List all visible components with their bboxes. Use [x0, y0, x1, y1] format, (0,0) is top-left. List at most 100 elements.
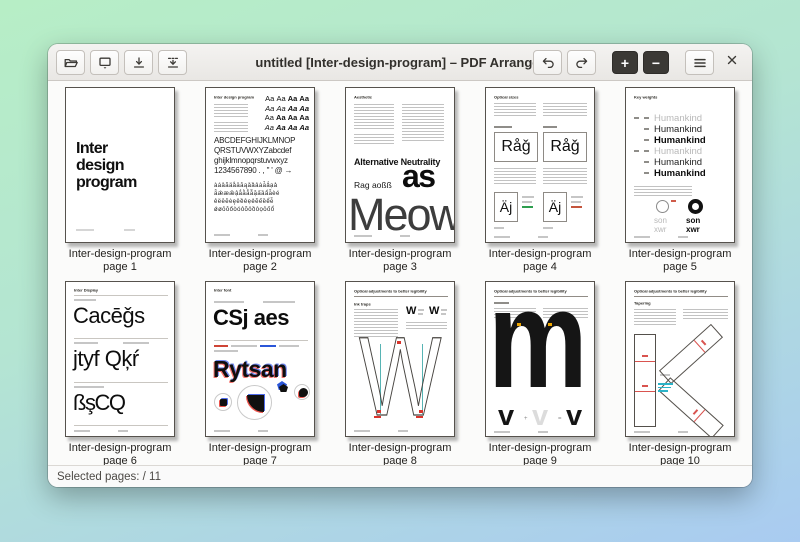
text-placeholder [279, 345, 299, 347]
text-placeholder [354, 235, 372, 237]
cover-title-line: Inter [76, 140, 108, 157]
menu-button[interactable] [685, 50, 714, 75]
page-thumbnail-10[interactable]: Optical adjustments to better legibility… [625, 281, 735, 437]
import-button[interactable] [124, 50, 153, 75]
save-button[interactable] [90, 50, 119, 75]
detail-circle [214, 393, 232, 411]
text-placeholder [522, 201, 532, 203]
text-placeholder [263, 301, 295, 303]
export-button[interactable] [158, 50, 187, 75]
plus-sign: + [524, 416, 528, 422]
page-cell-8: Optical adjustments to better legibility… [330, 281, 470, 465]
page-caption: Inter-design-program page 9 [488, 442, 592, 465]
text-placeholder [571, 196, 583, 198]
text-placeholder [214, 104, 248, 118]
text-placeholder [258, 430, 268, 432]
page-caption: Inter-design-program page 4 [488, 248, 592, 273]
redo-button[interactable] [567, 50, 596, 75]
page-thumbnail-7[interactable]: Inter font CSj aes Rytsan [205, 281, 315, 437]
text-placeholder [441, 313, 446, 315]
text-placeholder [354, 430, 370, 432]
page-subhead: Ink traps [354, 302, 371, 307]
k-stem-outline [634, 334, 656, 427]
page-thumbnail-3[interactable]: Aesthetic Alternative Neutrality Rag aoß… [345, 87, 455, 243]
text-placeholder [400, 235, 410, 237]
folder-open-icon [63, 55, 79, 71]
specimen-huge: Meow [348, 189, 455, 240]
specimen-line: jtyf Qķŕ [73, 346, 139, 371]
page-heading: Optical adjustments to better legibility [634, 289, 707, 294]
page-heading: Aesthetic [354, 95, 373, 100]
page-caption: Inter-design-program page 2 [208, 248, 312, 273]
headerbar: untitled [Inter-design-program] – PDF Ar… [48, 44, 752, 81]
weight-list: Humankind Humankind Humankind Humankind … [626, 113, 734, 179]
open-button[interactable] [56, 50, 85, 75]
page-caption: Inter-design-program page 6 [68, 442, 172, 465]
export-icon [165, 55, 181, 71]
page-thumbnail-8[interactable]: Optical adjustments to better legibility… [345, 281, 455, 437]
page-heading: Optical adjustments to better legibility [354, 289, 427, 294]
page-thumbnail-5[interactable]: Key weights Humankind Humankind Humankin… [625, 87, 735, 243]
text-placeholder [441, 309, 447, 311]
k-upper-diagonal-outline [658, 323, 724, 385]
page-thumbnail-2[interactable]: Inter design program Aa Aa Aa Aa Aa Aa A… [205, 87, 315, 243]
undo-button[interactable] [533, 50, 562, 75]
cover-title-line: program [76, 174, 137, 191]
text-placeholder [214, 430, 230, 432]
annotation-blue [260, 345, 276, 347]
text-placeholder [522, 196, 534, 198]
zoom-out-button[interactable]: − [643, 51, 669, 74]
text-placeholder [678, 431, 688, 433]
page-thumbnail-6[interactable]: Inter Display Cacēǧs jtyf Qķŕ ßşCQ [65, 281, 175, 437]
specimen-line: Cacēǧs [73, 303, 145, 328]
save-icon [97, 55, 113, 71]
page-cell-2: Inter design program Aa Aa Aa Aa Aa Aa A… [190, 87, 330, 274]
selected-pages-status: Selected pages: / 11 [57, 470, 161, 483]
page-thumbnail-4[interactable]: Optical sizes Råǧ Råǧ Äj Äj [485, 87, 595, 243]
page-thumbnail-1[interactable]: Inter design program [65, 87, 175, 243]
text-placeholder [124, 229, 135, 231]
v-glyph-black: v [566, 400, 583, 432]
v-glyph-black: v [498, 400, 515, 432]
annotation-red [671, 200, 676, 202]
annotation-red [571, 206, 582, 208]
text-placeholder [494, 103, 536, 117]
text-placeholder [543, 168, 587, 186]
text-placeholder [214, 122, 248, 133]
text-placeholder [354, 104, 394, 130]
text-placeholder [571, 201, 581, 203]
redo-icon [574, 55, 590, 71]
page-thumbnail-9[interactable]: Optical adjustments to better legibility… [485, 281, 595, 437]
specimen-line: ßşCQ [73, 390, 126, 415]
page-heading: Key weights [634, 95, 658, 100]
big-outline-w: W [359, 314, 442, 437]
text-placeholder [402, 104, 444, 142]
text-placeholder [74, 430, 90, 432]
minus-icon: − [651, 54, 661, 71]
overshoot-marker [517, 323, 521, 326]
text-placeholder [74, 299, 96, 301]
weight-samples: Aa Aa Aa Aa Aa Aa Aa Aa Aa Aa Aa Aa Aa A… [264, 94, 309, 132]
page-cell-4: Optical sizes Råǧ Råǧ Äj Äj Inter-design… [470, 87, 610, 274]
page-cell-3: Aesthetic Alternative Neutrality Rag aoß… [330, 87, 470, 274]
undo-icon [540, 55, 556, 71]
text-placeholder [494, 431, 510, 433]
annotation-red [416, 416, 423, 418]
text-placeholder [76, 229, 94, 231]
page-caption: Inter-design-program page 7 [208, 442, 312, 465]
text-placeholder [231, 345, 257, 347]
ink-trap-marker [419, 410, 423, 413]
text-placeholder [118, 430, 128, 432]
overshoot-marker [548, 323, 552, 326]
toolbar-left [56, 50, 187, 75]
page-cell-7: Inter font CSj aes Rytsan Inter-design-p… [190, 281, 330, 465]
text-placeholder [494, 168, 536, 186]
text-placeholder [74, 342, 98, 344]
detail-circle [294, 384, 310, 400]
page-caption: Inter-design-program page 10 [628, 442, 732, 465]
page-cell-5: Key weights Humankind Humankind Humankin… [610, 87, 750, 274]
zoom-in-button[interactable]: + [612, 51, 638, 74]
plus-icon: + [620, 54, 630, 71]
specimen-big: as [402, 158, 436, 194]
close-window-button[interactable] [719, 50, 745, 75]
